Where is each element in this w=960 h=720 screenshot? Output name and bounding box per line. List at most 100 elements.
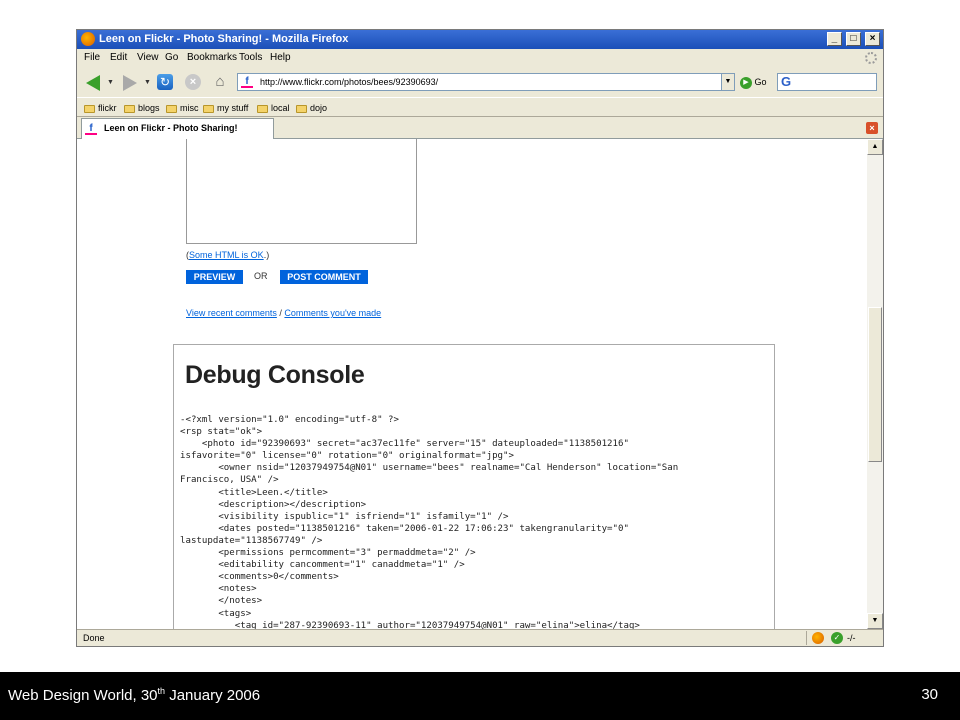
title-bar: Leen on Flickr - Photo Sharing! - Mozill… — [77, 30, 883, 49]
some-html-ok-link[interactable]: Some HTML is OK — [189, 250, 264, 260]
forward-button[interactable] — [119, 72, 139, 92]
home-button[interactable]: ⌂ — [210, 72, 230, 92]
go-arrow-icon: ▶ — [740, 76, 752, 89]
xml-response-code: -<?xml version="1.0" encoding="utf-8" ?>… — [180, 414, 770, 629]
code-line: <comments>0</comments> — [180, 572, 339, 583]
stop-icon: × — [185, 74, 201, 90]
menu-bar: File Edit View Go Bookmarks Tools Help — [77, 49, 883, 67]
bookmark-folder[interactable]: my stuff — [203, 98, 248, 118]
folder-icon — [124, 104, 135, 113]
minimize-button[interactable]: _ — [826, 32, 842, 46]
folder-icon — [166, 104, 177, 113]
code-line: isfavorite="0" license="0" rotation="0" … — [180, 451, 514, 462]
window-title: Leen on Flickr - Photo Sharing! - Mozill… — [99, 33, 349, 45]
folder-icon — [257, 104, 268, 113]
status-text: Done — [83, 633, 105, 643]
forward-arrow-icon — [123, 75, 137, 91]
preview-button[interactable]: PREVIEW — [186, 270, 243, 284]
menu-view[interactable]: View — [137, 49, 159, 67]
forward-history-dropdown[interactable]: ▼ — [144, 79, 151, 86]
code-line: <dates posted="1138501216" taken="2006-0… — [180, 523, 629, 534]
close-button[interactable]: × — [865, 32, 880, 46]
reload-button[interactable]: ↻ — [155, 72, 175, 92]
slide-footer: Web Design World, 30th January 2006 30 — [0, 672, 960, 720]
comment-links: View recent comments / Comments you've m… — [186, 308, 382, 318]
firefox-status-icon — [812, 632, 824, 644]
or-label: OR — [254, 271, 268, 281]
view-recent-comments-link[interactable]: View recent comments — [186, 308, 277, 318]
menu-tools[interactable]: Tools — [239, 49, 262, 67]
navigation-toolbar: ▼ ▼ ↻ × ⌂ f http://www.flickr.com/photos… — [77, 67, 883, 97]
flickr-favicon-icon: f — [241, 75, 253, 88]
status-bar: Done ✓ -/- — [77, 629, 883, 646]
go-label: Go — [754, 77, 767, 87]
window-controls: _ □ × — [826, 32, 880, 47]
scroll-up-button[interactable]: ▲ — [867, 139, 883, 155]
url-history-dropdown[interactable]: ▼ — [721, 73, 735, 91]
browser-window: Leen on Flickr - Photo Sharing! - Mozill… — [76, 29, 884, 647]
folder-icon — [296, 104, 307, 113]
debug-console: Debug Console -<?xml version="1.0" encod… — [173, 344, 775, 629]
back-arrow-icon — [86, 75, 100, 91]
code-line: <permissions permcomment="3" permaddmeta… — [180, 548, 476, 559]
back-button[interactable] — [82, 72, 102, 92]
menu-edit[interactable]: Edit — [110, 49, 127, 67]
menu-help[interactable]: Help — [270, 49, 291, 67]
status-divider — [806, 631, 807, 645]
debug-console-title: Debug Console — [185, 361, 365, 389]
bookmark-folder[interactable]: misc — [166, 98, 199, 118]
code-line: <editability cancomment="1" canaddmeta="… — [180, 560, 465, 571]
bookmark-folder[interactable]: local — [257, 98, 290, 118]
bookmarks-toolbar: flickr blogs misc my stuff local dojo — [77, 97, 883, 117]
tab-flickr[interactable]: f Leen on Flickr - Photo Sharing! — [81, 118, 274, 139]
page-content: (Some HTML is OK.) PREVIEW OR POST COMME… — [77, 139, 867, 629]
code-line: <owner nsid="12037949754@N01" username="… — [180, 463, 679, 474]
menu-go[interactable]: Go — [165, 49, 178, 67]
folder-icon — [84, 104, 95, 113]
code-line: lastupdate="1138567749" /> — [180, 535, 323, 546]
firefox-icon — [81, 32, 95, 46]
scrollbar-thumb[interactable] — [868, 307, 882, 462]
comments-youve-made-link[interactable]: Comments you've made — [284, 308, 381, 318]
code-line: <notes> — [180, 584, 257, 595]
code-line: <visibility ispublic="1" isfriend="1" is… — [180, 511, 509, 522]
maximize-button[interactable]: □ — [845, 32, 861, 46]
code-line: <description></description> — [180, 499, 367, 510]
tab-title: Leen on Flickr - Photo Sharing! — [104, 123, 238, 133]
bookmark-folder[interactable]: flickr — [84, 98, 117, 118]
go-button[interactable]: ▶ Go — [740, 75, 767, 89]
slide-number: 30 — [921, 686, 938, 703]
comment-textarea[interactable] — [186, 139, 417, 244]
status-indicator: -/- — [847, 633, 856, 643]
reload-icon: ↻ — [157, 74, 173, 90]
scroll-down-button[interactable]: ▼ — [867, 613, 883, 629]
vertical-scrollbar[interactable]: ▲ ▼ — [867, 139, 883, 629]
throbber-icon — [865, 52, 877, 64]
post-comment-button[interactable]: POST COMMENT — [280, 270, 368, 284]
folder-icon — [203, 104, 214, 113]
code-line: </notes> — [180, 596, 263, 607]
code-line: Francisco, USA" /> — [180, 475, 279, 486]
code-line: <photo id="92390693" secret="ac37ec11fe"… — [180, 439, 629, 450]
stop-button[interactable]: × — [183, 72, 203, 92]
url-bar[interactable]: f http://www.flickr.com/photos/bees/9239… — [237, 73, 735, 91]
back-history-dropdown[interactable]: ▼ — [107, 79, 114, 86]
home-icon: ⌂ — [215, 73, 225, 90]
code-line: <title>Leen.</title> — [180, 487, 328, 498]
bookmark-folder[interactable]: dojo — [296, 98, 327, 118]
html-help-line: (Some HTML is OK.) — [186, 250, 270, 260]
footer-caption: Web Design World, 30th January 2006 — [8, 686, 261, 704]
tab-bar: f Leen on Flickr - Photo Sharing! × — [77, 117, 883, 139]
check-status-icon: ✓ — [831, 632, 843, 644]
url-text: http://www.flickr.com/photos/bees/923906… — [260, 77, 439, 87]
code-line: <tag id="287-92390693-11" author="120379… — [180, 620, 640, 629]
search-input[interactable]: G — [777, 73, 877, 91]
code-line: <tags> — [180, 608, 252, 619]
close-tab-icon[interactable]: × — [866, 122, 878, 134]
flickr-favicon-icon: f — [85, 122, 97, 135]
bookmark-folder[interactable]: blogs — [124, 98, 160, 118]
google-search-icon: G — [781, 74, 792, 89]
menu-file[interactable]: File — [84, 49, 100, 67]
menu-bookmarks[interactable]: Bookmarks — [187, 49, 237, 67]
code-line: <rsp stat="ok"> — [180, 427, 263, 438]
